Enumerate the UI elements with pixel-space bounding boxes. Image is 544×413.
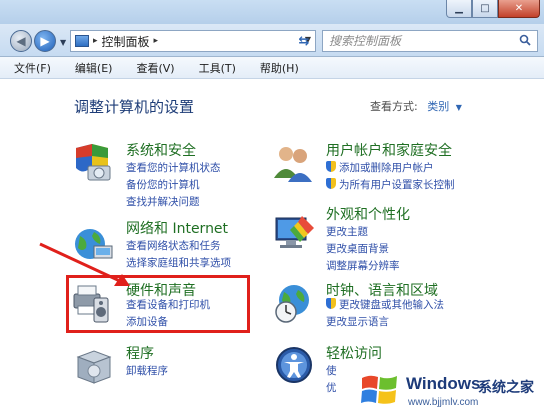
category-title[interactable]: 程序 (126, 343, 154, 363)
view-by-label: 查看方式: (370, 100, 418, 113)
control-panel-content: 调整计算机的设置 查看方式: 类别 ▼ 系统和安全 查看您的计算机状态 备份您的… (0, 80, 544, 413)
category-link[interactable]: 更改键盘或其他输入法 (326, 297, 444, 312)
forward-arrow-icon: ▶ (40, 34, 50, 48)
watermark-url: www.bjjmlv.com (408, 397, 479, 408)
refresh-button[interactable]: ⇆ (292, 30, 316, 52)
category-title[interactable]: 用户帐户和家庭安全 (326, 140, 452, 160)
category-link[interactable]: 更改桌面背景 (326, 241, 389, 256)
category-link[interactable]: 调整屏幕分辨率 (326, 258, 400, 273)
monitor-paint-icon[interactable] (274, 212, 316, 254)
view-by: 查看方式: 类别 ▼ (370, 98, 462, 114)
title-bar: ▁ □ ✕ (0, 0, 544, 24)
category-link[interactable]: 为所有用户设置家长控制 (326, 177, 455, 192)
maximize-button[interactable]: □ (472, 0, 498, 18)
category-title[interactable]: 外观和个性化 (326, 204, 410, 224)
page-title: 调整计算机的设置 (74, 98, 195, 116)
menu-edit[interactable]: 编辑(E) (61, 60, 123, 76)
path-chevron-icon[interactable]: ▸ (93, 36, 98, 46)
refresh-icon: ⇆ (298, 33, 310, 49)
watermark-title: Windows (406, 374, 481, 393)
search-placeholder: 搜索控制面板 (329, 34, 402, 48)
watermark-subtitle: 系统之家 (478, 380, 534, 396)
back-arrow-icon: ◀ (16, 34, 26, 48)
shield-icon (326, 298, 336, 309)
category-link[interactable]: 查看您的计算机状态 (126, 160, 221, 175)
window-controls: ▁ □ ✕ (446, 0, 540, 18)
forward-button[interactable]: ▶ (34, 30, 56, 52)
menu-view[interactable]: 查看(V) (122, 60, 184, 76)
category-link[interactable]: 更改主题 (326, 224, 368, 239)
close-button[interactable]: ✕ (498, 0, 540, 18)
highlight-box (66, 275, 250, 333)
category-link[interactable]: 更改显示语言 (326, 314, 389, 329)
users-icon[interactable] (272, 142, 314, 184)
shield-icon (326, 161, 336, 172)
programs-box-icon[interactable] (72, 345, 114, 387)
category-link[interactable]: 查找并解决问题 (126, 194, 200, 209)
category-link[interactable]: 添加或删除用户帐户 (326, 160, 434, 175)
breadcrumb-control-panel[interactable]: 控制面板 (102, 33, 150, 50)
category-link[interactable]: 使 (326, 363, 337, 378)
menu-help[interactable]: 帮助(H) (246, 60, 309, 76)
category-title[interactable]: 轻松访问 (326, 343, 382, 363)
view-by-dropdown[interactable]: 类别 (427, 100, 449, 113)
history-dropdown-icon[interactable]: ▼ (60, 38, 66, 47)
category-link[interactable]: 卸载程序 (126, 363, 168, 378)
ease-of-access-icon[interactable] (274, 345, 316, 387)
menu-tools[interactable]: 工具(T) (185, 60, 246, 76)
category-link[interactable]: 优 (326, 380, 337, 395)
back-button[interactable]: ◀ (10, 30, 32, 52)
address-toolbar: ◀ ▶ ▼ ▸ 控制面板 ▸ ▼ ⇆ 搜索控制面板 (0, 24, 544, 57)
category-title[interactable]: 系统和安全 (126, 140, 196, 160)
search-icon[interactable] (519, 34, 531, 46)
search-input[interactable]: 搜索控制面板 (322, 30, 538, 52)
watermark: Windows 系统之家 www.bjjmlv.com (354, 368, 544, 413)
menu-file[interactable]: 文件(F) (0, 60, 61, 76)
category-link[interactable]: 备份您的计算机 (126, 177, 200, 192)
category-title[interactable]: 网络和 Internet (126, 218, 228, 238)
shield-icon (326, 178, 336, 189)
address-box[interactable]: ▸ 控制面板 ▸ ▼ (70, 30, 316, 52)
path-chevron-icon[interactable]: ▸ (154, 36, 159, 46)
clock-globe-icon[interactable] (272, 282, 314, 324)
shield-flag-icon[interactable] (72, 142, 114, 184)
control-panel-icon (75, 35, 89, 47)
chevron-down-icon[interactable]: ▼ (456, 103, 462, 112)
minimize-button[interactable]: ▁ (446, 0, 472, 18)
menu-bar: 文件(F) 编辑(E) 查看(V) 工具(T) 帮助(H) (0, 57, 544, 79)
windows-logo-icon (361, 375, 397, 404)
